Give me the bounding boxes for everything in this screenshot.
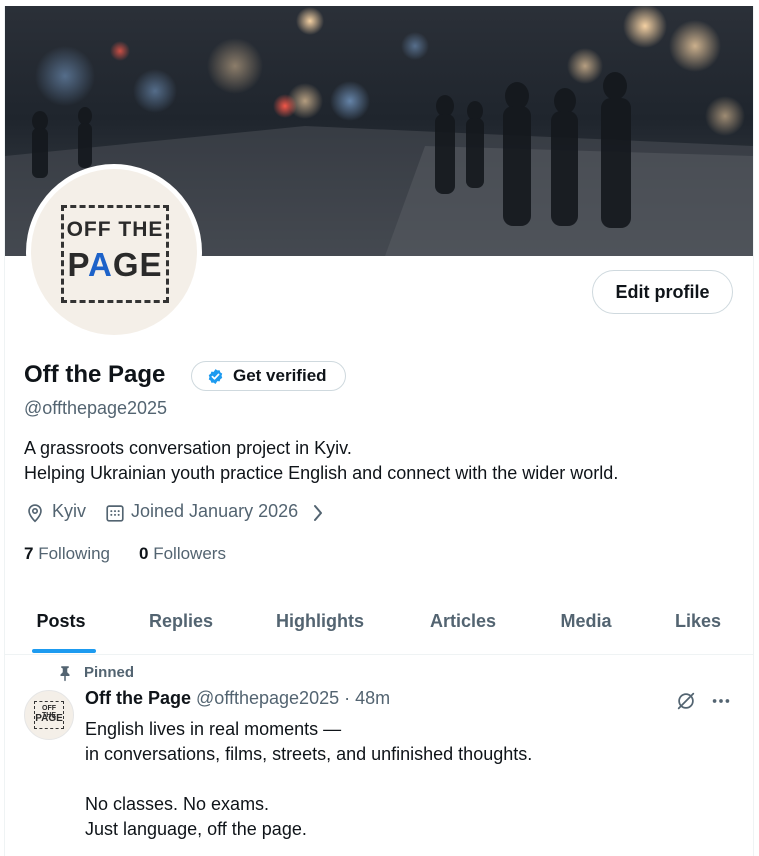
tab-media[interactable]: Media xyxy=(546,596,626,654)
tab-highlights[interactable]: Highlights xyxy=(265,596,375,654)
post-header: Off the Page @offthepage2025 · 48m xyxy=(85,688,390,709)
logo-text-post: GE xyxy=(112,246,163,283)
grok-icon[interactable] xyxy=(675,690,697,712)
pin-icon xyxy=(60,666,70,682)
logo-text-accent: A xyxy=(88,246,113,283)
profile-tabs: Posts Replies Highlights Articles Media … xyxy=(5,596,753,655)
bio-line: A grassroots conversation project in Kyi… xyxy=(24,438,352,458)
post-avatar-line-2: PAGE xyxy=(35,713,63,724)
logo-line-1: OFF THE xyxy=(66,218,164,241)
post-author-name[interactable]: Off the Page xyxy=(85,688,191,708)
following-label: Following xyxy=(38,544,111,563)
post-avatar-logo: OFF THE PAGE xyxy=(34,701,64,729)
location-text: Kyiv xyxy=(52,501,87,521)
avatar-logo: OFF THE PAGE xyxy=(61,205,169,303)
location-icon xyxy=(28,504,42,523)
followers-label: Followers xyxy=(153,544,226,563)
profile-name: Off the Page xyxy=(24,361,166,388)
chevron-right-icon xyxy=(314,505,322,521)
followers-count: 0 xyxy=(139,544,149,563)
bio-line: Helping Ukrainian youth practice English… xyxy=(24,463,619,483)
tab-likes[interactable]: Likes xyxy=(665,596,731,654)
calendar-icon xyxy=(106,505,124,522)
profile-handle: @offthepage2025 xyxy=(24,398,168,418)
get-verified-label: Get verified xyxy=(233,366,327,385)
avatar-image: OFF THE PAGE xyxy=(31,169,197,335)
pinned-label: Pinned xyxy=(84,664,135,681)
profile-avatar[interactable]: OFF THE PAGE xyxy=(26,164,202,340)
more-icon[interactable] xyxy=(710,690,732,712)
edit-profile-button[interactable]: Edit profile xyxy=(592,270,733,314)
post-avatar[interactable]: OFF THE PAGE xyxy=(24,690,74,740)
logo-text-pre: P xyxy=(67,246,89,283)
followers-link[interactable]: 0 Followers xyxy=(139,544,226,564)
following-count: 7 xyxy=(24,544,34,563)
verified-badge-icon xyxy=(208,369,223,384)
tab-articles[interactable]: Articles xyxy=(418,596,508,654)
tab-posts[interactable]: Posts xyxy=(20,596,102,654)
logo-line-2: PAGE xyxy=(64,246,166,284)
profile-page: OFF THE PAGE Edit profile Off the Page G… xyxy=(4,6,754,856)
profile-bio: A grassroots conversation project in Kyi… xyxy=(24,436,618,486)
get-verified-button[interactable]: Get verified xyxy=(191,361,346,391)
tab-replies[interactable]: Replies xyxy=(135,596,227,654)
active-tab-indicator xyxy=(32,649,96,653)
post-text: English lives in real moments — in conve… xyxy=(85,719,533,839)
following-link[interactable]: 7 Following xyxy=(24,544,110,564)
joined-text: Joined January 2026 xyxy=(131,501,299,521)
post-author-meta[interactable]: @offthepage2025 · 48m xyxy=(196,688,390,708)
